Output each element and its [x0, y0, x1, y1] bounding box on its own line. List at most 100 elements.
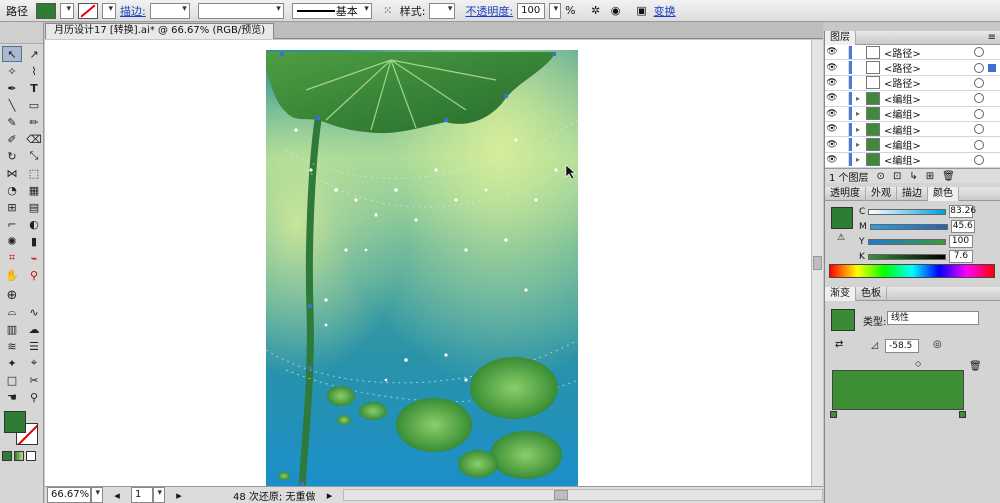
layer-row[interactable]: 👁 ▸ <编组> — [825, 122, 1000, 138]
variable-width-dropdown[interactable] — [197, 2, 284, 19]
horizontal-scroll-thumb[interactable] — [554, 490, 569, 500]
layer-name[interactable]: <编组> — [884, 137, 974, 152]
width-tool-icon[interactable]: ⋈ — [2, 165, 22, 181]
paintbrush-tool-icon[interactable]: ✎ — [2, 114, 22, 130]
lock-toggle[interactable] — [839, 76, 849, 90]
stroke-label[interactable]: 描边: — [120, 3, 146, 19]
tools-panel-grip[interactable] — [0, 22, 43, 44]
stroke-swatch[interactable] — [78, 2, 98, 19]
color-mode-icon[interactable] — [2, 451, 12, 461]
visibility-eye-icon[interactable]: 👁 — [825, 140, 839, 150]
expand-arrow-icon[interactable]: ▸ — [856, 140, 866, 149]
slice-select-tool-icon[interactable]: □ — [2, 372, 22, 388]
lily-pad-small-2[interactable] — [359, 402, 387, 420]
layer-row[interactable]: 👁 ▸ <编组> — [825, 137, 1000, 153]
gradient-type-select[interactable]: 线性 — [887, 311, 979, 326]
scissors-tool-icon[interactable]: ✂ — [24, 372, 44, 388]
value-c[interactable]: 83.26 — [949, 205, 976, 219]
pen-tool-icon[interactable]: ✒ — [2, 80, 22, 96]
target-circle-icon[interactable] — [974, 139, 984, 150]
scale-tool-icon[interactable]: ⤡ — [24, 148, 44, 164]
layer-name[interactable]: <编组> — [884, 122, 974, 137]
horizontal-scrollbar[interactable] — [343, 489, 823, 501]
layer-name[interactable]: <路径> — [884, 60, 974, 75]
perspective-grid-tool-icon[interactable]: ▦ — [24, 182, 44, 198]
symbol-sprayer-tool-icon[interactable]: ✺ — [2, 233, 22, 249]
zoom-dropdown[interactable] — [91, 487, 103, 503]
tab-gradient[interactable]: 渐变 — [825, 286, 856, 301]
global-edit-icon[interactable]: ⊕ — [2, 287, 22, 303]
layer-row[interactable]: 👁 ▸ <编组> — [825, 107, 1000, 122]
lily-pad-small-3[interactable] — [337, 415, 351, 425]
visibility-eye-icon[interactable]: 👁 — [825, 155, 839, 165]
align-icon[interactable]: ▣ — [634, 3, 650, 19]
none-mode-icon[interactable] — [26, 451, 36, 461]
layer-name[interactable]: <编组> — [884, 91, 974, 106]
list-tool-icon[interactable]: ☰ — [24, 338, 44, 354]
target-circle-icon[interactable] — [974, 124, 984, 135]
zoom-tool-icon[interactable]: ⚲ — [24, 267, 44, 283]
tab-transparency[interactable]: 透明度 — [825, 186, 866, 201]
canvas[interactable] — [45, 40, 811, 486]
artboard-field[interactable]: 1 — [131, 487, 153, 503]
lock-toggle[interactable] — [839, 122, 849, 136]
delete-stop-icon[interactable]: 🗑 — [969, 361, 982, 372]
blend-tool-icon[interactable]: ◐ — [24, 216, 44, 232]
target-circle-icon[interactable] — [974, 62, 984, 73]
direct-selection-tool-icon[interactable]: ↗ — [24, 46, 44, 62]
lily-pad-small-4[interactable] — [278, 472, 290, 480]
hand-tool-icon[interactable]: ✋ — [2, 267, 22, 283]
visibility-eye-icon[interactable]: 👁 — [825, 109, 839, 119]
opacity-label[interactable]: 不透明度: — [465, 3, 513, 19]
artboard-tool-icon[interactable]: ⌗ — [2, 250, 22, 266]
layer-name[interactable]: <编组> — [884, 106, 974, 121]
layer-name[interactable]: <路径> — [884, 45, 974, 60]
lock-toggle[interactable] — [839, 107, 849, 121]
lock-toggle[interactable] — [839, 45, 849, 59]
eyedropper-tool-icon[interactable]: ⌐ — [2, 216, 22, 232]
fill-dropdown[interactable] — [60, 2, 74, 19]
rectangle-tool-icon[interactable]: ▭ — [24, 97, 44, 113]
tab-layers[interactable]: 图层 — [825, 30, 856, 45]
lily-pad-bottom-right[interactable] — [490, 431, 562, 479]
opacity-dropdown[interactable] — [549, 2, 562, 19]
symbol-tool-icon[interactable]: ☁ — [24, 321, 44, 337]
lock-toggle[interactable] — [839, 138, 849, 152]
blob-brush-tool-icon[interactable]: ✐ — [2, 131, 22, 147]
target-circle-icon[interactable] — [974, 108, 984, 119]
lock-toggle[interactable] — [839, 153, 849, 167]
selection-tool-icon[interactable]: ↖ — [2, 46, 22, 62]
lily-pad-large-center[interactable] — [396, 398, 472, 452]
value-m[interactable]: 45.6 — [950, 220, 975, 234]
zoom-tool-2-icon[interactable]: ⚲ — [24, 389, 44, 405]
artwork[interactable] — [45, 40, 811, 486]
target-circle-icon[interactable] — [974, 154, 984, 165]
gradient-mode-icon[interactable] — [14, 451, 24, 461]
transform-label[interactable]: 变换 — [654, 3, 676, 19]
opacity-field[interactable]: 100 — [517, 2, 546, 19]
style-dropdown[interactable] — [429, 2, 456, 19]
tab-color[interactable]: 颜色 — [928, 186, 959, 201]
visibility-eye-icon[interactable]: 👁 — [825, 78, 839, 88]
lasso-tool-icon[interactable]: ⌇ — [24, 63, 44, 79]
stroke-weight-field[interactable] — [149, 2, 190, 19]
column-graph-tool-icon[interactable]: ▮ — [24, 233, 44, 249]
artboard[interactable] — [265, 50, 579, 486]
fill-swatch-large[interactable] — [4, 411, 26, 433]
layer-name[interactable]: <编组> — [884, 152, 974, 167]
expand-arrow-icon[interactable]: ▸ — [856, 155, 866, 164]
next-artboard-icon[interactable]: ▸ — [171, 487, 187, 503]
slice-tool-icon[interactable]: ⌁ — [24, 250, 44, 266]
panel-menu-icon[interactable]: ≡ — [988, 32, 996, 43]
target-circle-icon[interactable] — [974, 77, 984, 88]
lock-toggle[interactable] — [839, 61, 849, 75]
new-sublayer-icon[interactable]: ↳ — [909, 171, 917, 182]
visibility-eye-icon[interactable]: 👁 — [825, 93, 839, 103]
layer-row[interactable]: 👁 <路径> — [825, 45, 1000, 61]
gradient-preview-swatch[interactable] — [831, 309, 855, 332]
target-circle-icon[interactable] — [974, 47, 984, 58]
locate-object-icon[interactable]: ⊙ — [877, 171, 885, 182]
fill-swatch[interactable] — [36, 2, 56, 19]
line-tool-icon[interactable]: ╲ — [2, 97, 22, 113]
warp-tool-icon[interactable]: ⌓ — [2, 304, 22, 320]
